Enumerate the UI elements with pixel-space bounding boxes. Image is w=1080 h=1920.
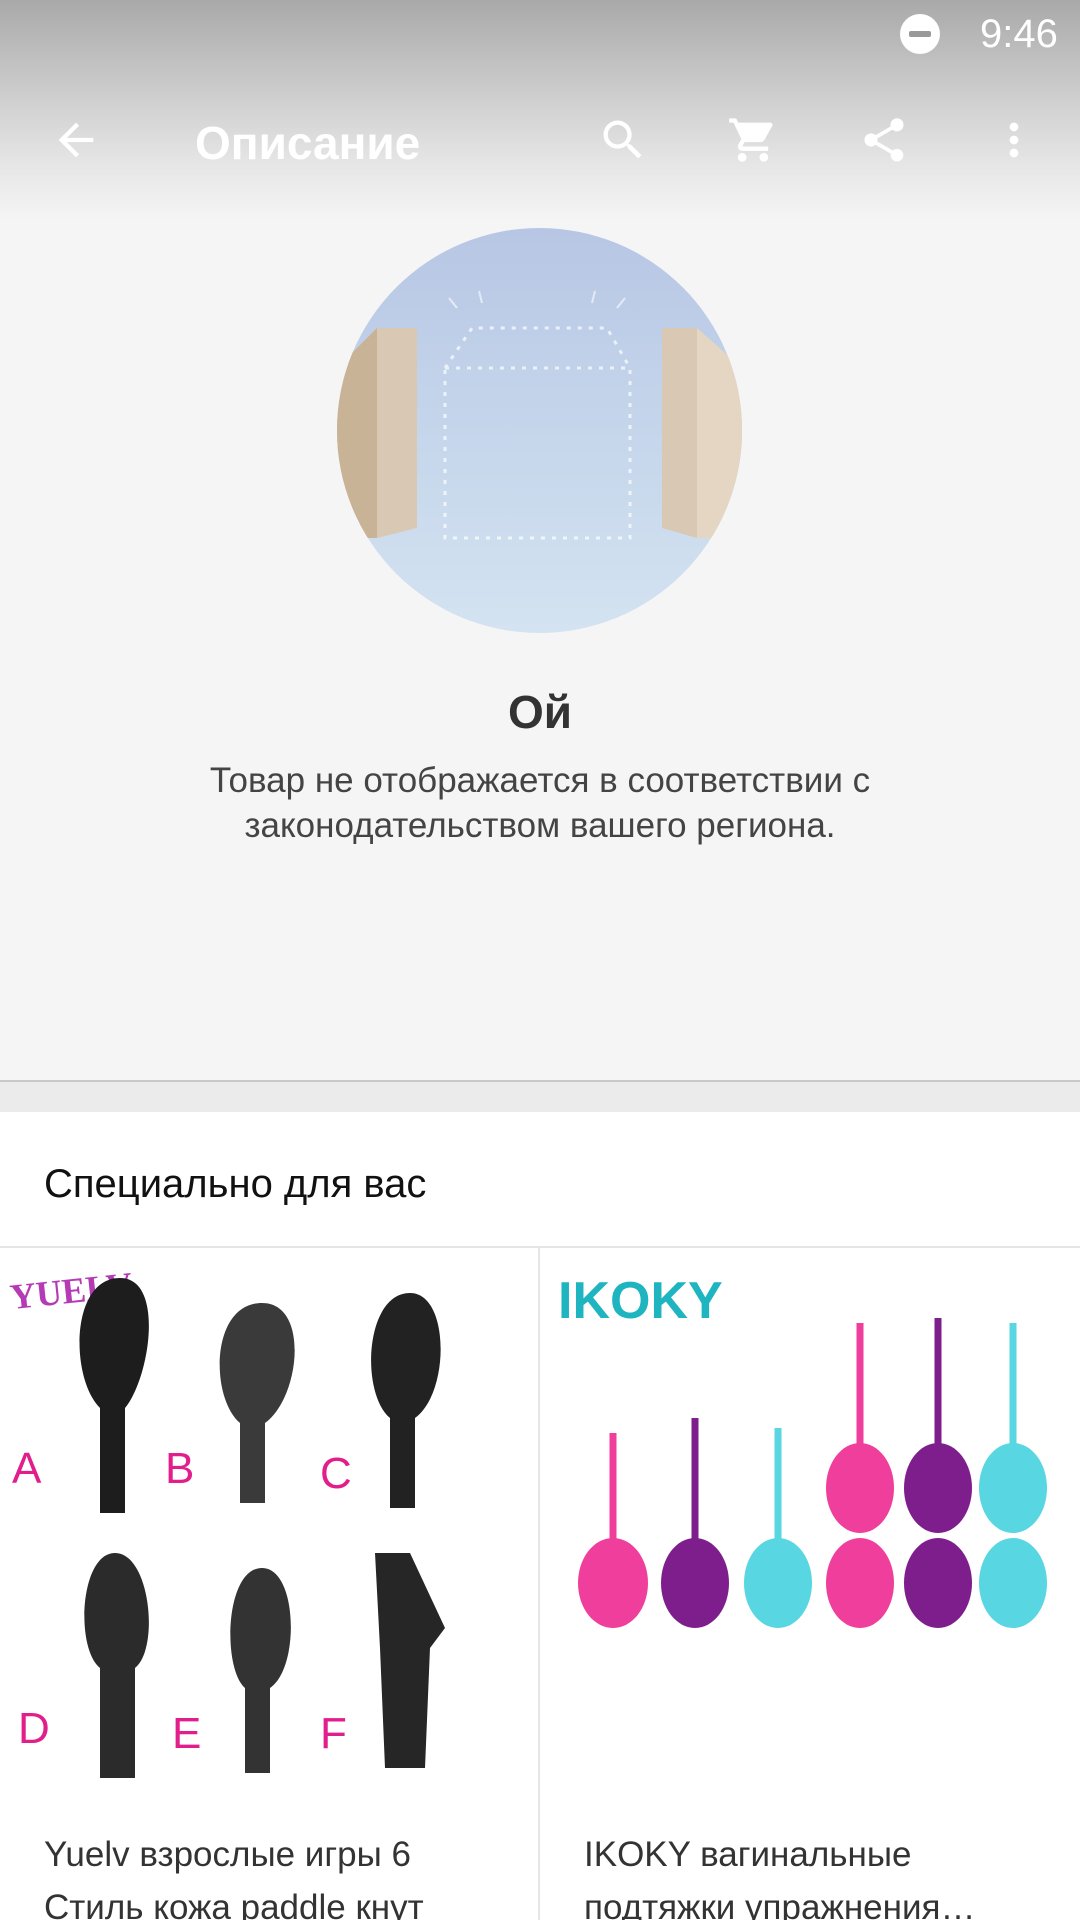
variant-label: E <box>172 1709 201 1758</box>
share-button[interactable] <box>844 100 924 180</box>
variant-label: C <box>320 1449 352 1498</box>
product-title[interactable]: IKOKY вагинальные подтяжки упражнения ша… <box>584 1828 1034 1920</box>
toolbar: Описание <box>0 90 1080 190</box>
page-title: Описание <box>195 117 421 169</box>
empty-state-illustration <box>337 228 742 633</box>
do-not-disturb-icon <box>900 14 940 54</box>
recommendations-section: Специально для вас YUELV A B C D E F Yue… <box>0 1112 1080 1920</box>
brand-logo: IKOKY <box>558 1272 723 1330</box>
cart-button[interactable] <box>713 100 793 180</box>
search-button[interactable] <box>583 100 663 180</box>
empty-state-message: Товар не отображается в соответствии с з… <box>209 761 871 845</box>
variant-label: F <box>320 1709 347 1758</box>
product-image[interactable]: YUELV A B C D E F <box>0 1248 538 1788</box>
product-card[interactable]: IKOKY IKOKY вагинальные подтяжки упражне… <box>540 1248 1078 1920</box>
back-button[interactable] <box>36 100 116 180</box>
section-divider <box>0 1080 1080 1112</box>
share-icon <box>864 118 904 162</box>
recommendations-heading: Специально для вас <box>44 1162 427 1206</box>
status-time: 9:46 <box>980 12 1058 56</box>
variant-label: D <box>18 1704 50 1753</box>
shopping-cart-icon <box>729 118 773 162</box>
product-title[interactable]: Yuelv взрослые игры 6 Стиль кожа paddle … <box>44 1828 494 1920</box>
empty-box-illustration <box>337 290 742 540</box>
variant-label: A <box>12 1444 42 1493</box>
search-icon <box>603 120 642 159</box>
status-bar: 9:46 <box>0 0 1080 66</box>
variant-label: B <box>165 1444 194 1493</box>
header-area: 9:46 Описание <box>0 0 1080 220</box>
empty-state-title: Ой <box>507 686 573 738</box>
more-vert-icon <box>1009 122 1019 158</box>
arrow-back-icon <box>58 122 94 158</box>
product-image[interactable]: IKOKY <box>540 1248 1078 1788</box>
product-card[interactable]: YUELV A B C D E F Yuelv взрослые игры 6 … <box>0 1248 538 1920</box>
more-options-button[interactable] <box>974 100 1054 180</box>
